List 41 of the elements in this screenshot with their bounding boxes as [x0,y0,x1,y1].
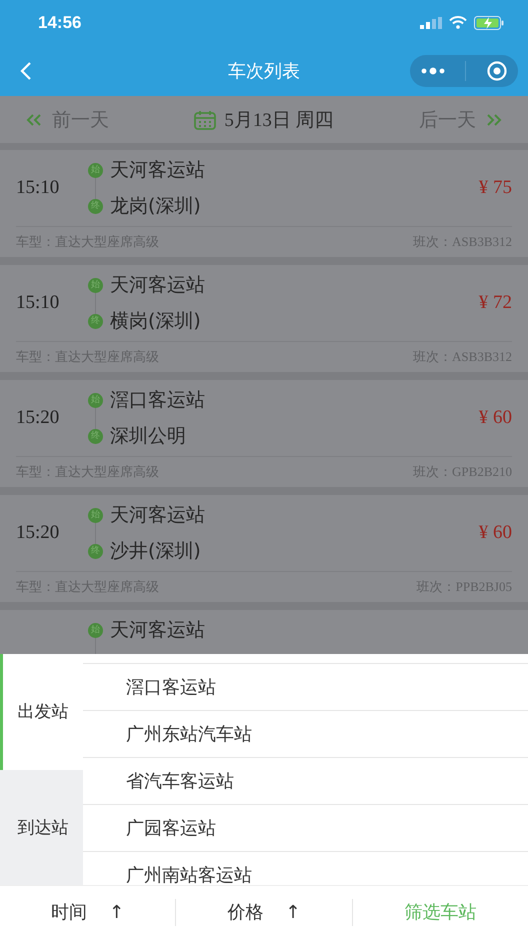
destination-station: 沙井(深圳) [110,539,201,564]
destination-station: 深圳公明 [110,424,186,449]
close-icon[interactable] [486,60,508,82]
station-option[interactable]: 广园客运站 [83,804,528,851]
battery-charging-icon [474,16,504,30]
sort-arrow: ↑ [285,902,301,922]
more-icon[interactable] [420,66,446,76]
ticket-price: ¥ 72 [478,292,512,314]
signal-icon [420,16,442,28]
sort-label: 时间 [51,901,88,924]
departure-time: 15:20 [16,407,60,429]
sort-button[interactable]: 时间 ↑ [0,886,176,937]
sort-button[interactable]: 价格 ↑ [176,886,352,937]
station-type-tab[interactable]: 到达站 [0,770,83,885]
departure-time: 15:20 [16,522,60,544]
ticket-price: ¥ 60 [478,522,512,544]
sort-arrow: ↑ [109,902,124,922]
sort-label: 价格 [227,901,264,924]
page-title: 车次列表 [228,60,300,82]
current-date[interactable]: 5月13日 周四 [224,106,334,132]
wifi-icon [449,16,467,29]
ticket-price: ¥ 60 [478,407,512,429]
ticket-price: ¥ 75 [478,177,512,199]
station-type-tab[interactable]: 出发站 [0,654,83,770]
origin-station: 天河客运站 [110,503,205,528]
origin-station: 天河客运站 [110,618,205,643]
origin-station: 天河客运站 [110,273,205,298]
destination-station: 横岗(深圳) [110,309,201,334]
departure-time: 15:10 [16,177,60,199]
origin-station: 滘口客运站 [110,388,205,413]
back-icon[interactable] [20,60,32,80]
station-option[interactable]: 广州东站汽车站 [83,710,528,757]
destination-station: 龙岗(深圳) [110,194,201,219]
station-option[interactable]: 滘口客运站 [83,663,528,710]
double-chevron-left-icon [26,114,42,126]
double-chevron-right-icon [486,114,502,126]
origin-station: 天河客运站 [110,158,205,183]
station-option[interactable]: 省汽车客运站 [83,757,528,804]
status-time: 14:56 [38,12,82,32]
calendar-icon [194,110,216,130]
departure-time: 15:10 [16,292,60,314]
